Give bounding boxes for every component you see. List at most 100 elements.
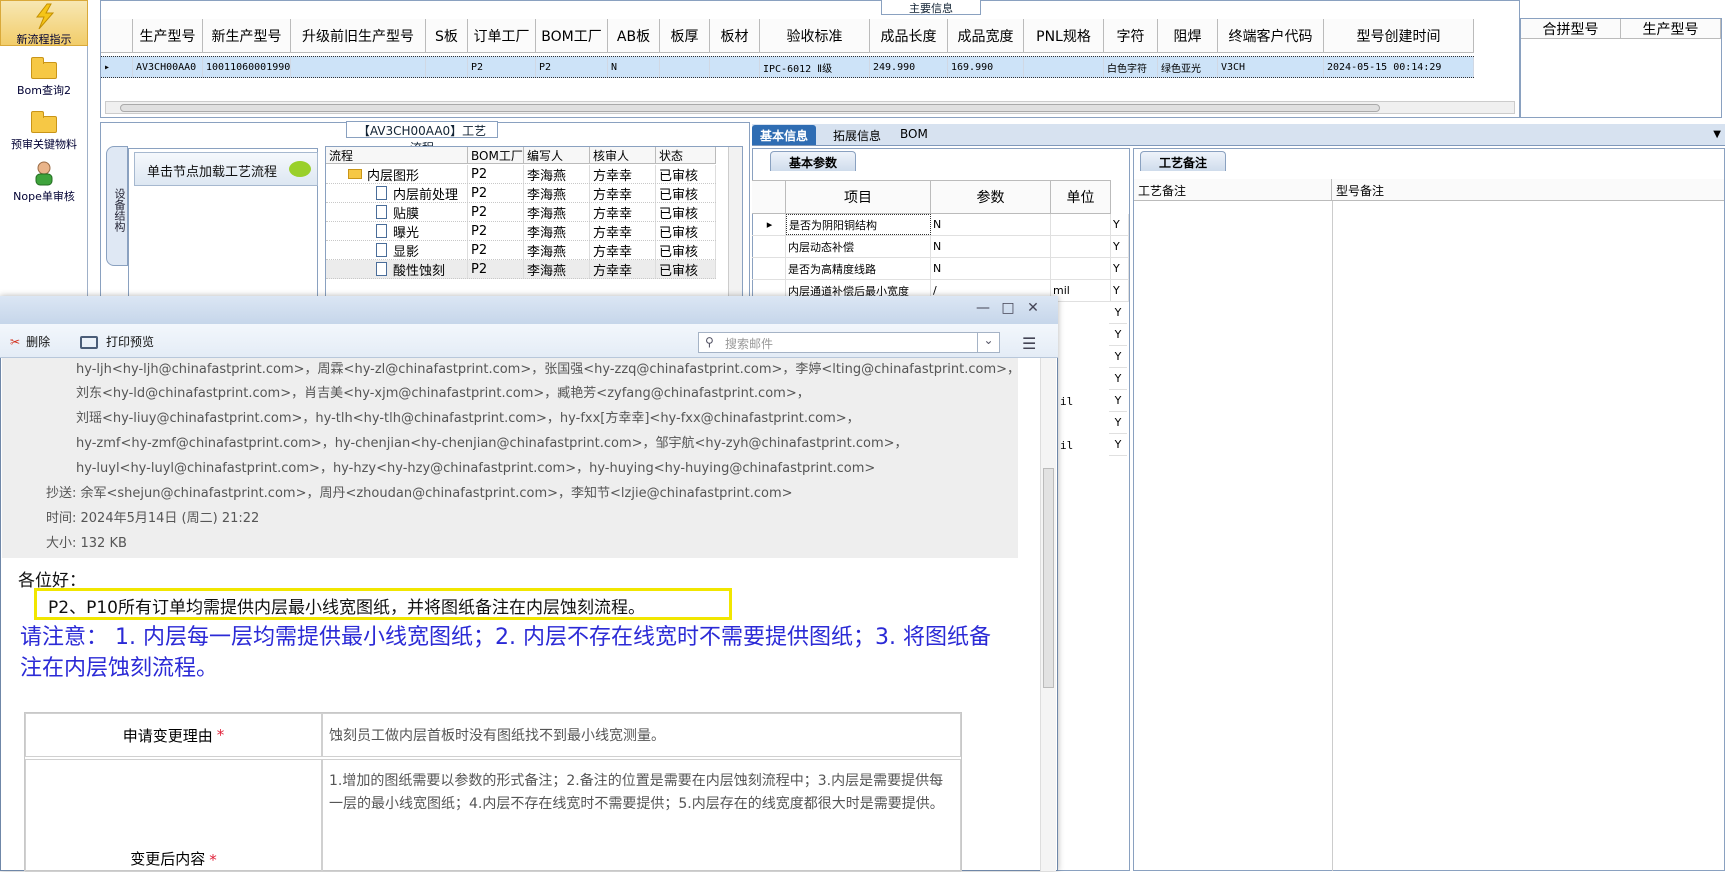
table-cell[interactable]: 10011060001990 — [203, 57, 291, 77]
list-menu-icon[interactable]: ☰ — [1022, 334, 1036, 353]
email-scrollbar[interactable] — [1040, 358, 1056, 871]
column-header[interactable]: 订单工厂 — [468, 19, 536, 52]
column-header[interactable]: 成品长度 — [870, 19, 948, 52]
column-header[interactable]: 单位 — [1051, 181, 1111, 213]
table-cell[interactable] — [710, 57, 760, 77]
table-cell[interactable]: N — [608, 57, 660, 77]
table-cell[interactable]: 2024-05-15 00:14:29 — [1324, 57, 1474, 77]
column-header[interactable]: 生产型号 — [133, 19, 203, 52]
column-header[interactable]: 终端客户代码 — [1218, 19, 1324, 52]
table-cell[interactable] — [1024, 57, 1104, 77]
table-cell[interactable] — [1051, 236, 1111, 257]
table-cell[interactable]: Y — [1111, 214, 1129, 235]
tree-scrollbar[interactable] — [728, 147, 742, 297]
column-header[interactable]: 参数 — [931, 181, 1051, 213]
column-header[interactable]: 型号备注 — [1332, 179, 1722, 200]
tree-row[interactable]: 贴膜 P2 李海燕 方幸幸 已审核 — [326, 203, 716, 222]
table-cell[interactable]: Y — [1109, 434, 1127, 456]
column-header[interactable]: 生产型号 — [1621, 19, 1721, 38]
column-header[interactable]: 升级前旧生产型号 — [291, 19, 426, 52]
table-cell[interactable]: Y — [1109, 368, 1127, 390]
column-header[interactable]: 阻焊 — [1158, 19, 1218, 52]
chevron-down-icon[interactable]: ⌄ — [977, 333, 999, 352]
table-cell[interactable]: 是否为阴阳铜结构 — [786, 214, 931, 235]
table-cell[interactable]: IPC-6012 Ⅱ级 — [760, 57, 870, 77]
tab-extended-info[interactable]: 拓展信息 — [825, 125, 889, 145]
table-row[interactable]: 内层动态补偿 N Y — [752, 236, 1129, 258]
column-header[interactable]: 项目 — [786, 181, 931, 213]
table-cell[interactable]: Y — [1111, 280, 1129, 301]
column-header[interactable]: AB板 — [608, 19, 660, 52]
column-header[interactable]: 工艺备注 — [1134, 179, 1332, 200]
column-header[interactable]: 板厚 — [660, 19, 710, 52]
column-header[interactable]: 板材 — [710, 19, 760, 52]
column-header[interactable]: 核审人 — [590, 147, 656, 163]
table-cell[interactable] — [1051, 214, 1111, 235]
table-cell[interactable]: Y — [1109, 390, 1127, 412]
subtab-basic-params[interactable]: 基本参数 — [770, 151, 857, 171]
close-icon[interactable]: ✕ — [1024, 300, 1042, 318]
minimize-icon[interactable]: — — [974, 300, 992, 318]
table-cell[interactable]: N — [931, 214, 1051, 235]
table-cell[interactable]: 内层动态补偿 — [786, 236, 931, 257]
table-cell[interactable]: AV3CH00AA0 — [133, 57, 203, 77]
table-cell[interactable]: mil — [1051, 280, 1111, 301]
tab-basic-info[interactable]: 基本信息 — [752, 125, 817, 145]
tab-bom[interactable]: BOM — [892, 125, 936, 145]
table-cell[interactable] — [291, 57, 426, 77]
column-header[interactable]: 合拼型号 — [1521, 19, 1621, 38]
launcher-prereview-materials[interactable]: 预审关键物料 — [0, 108, 88, 154]
table-cell[interactable]: P2 — [536, 57, 608, 77]
table-cell[interactable] — [1051, 258, 1111, 279]
table-cell[interactable]: 是否为高精度线路 — [786, 258, 931, 279]
row-selector-icon[interactable] — [752, 258, 786, 279]
table-cell[interactable]: Y — [1109, 302, 1127, 324]
row-selector-icon[interactable]: ▸ — [752, 214, 786, 235]
scrollbar-thumb[interactable] — [120, 104, 1380, 112]
table-cell[interactable]: 白色字符 — [1104, 57, 1158, 77]
table-cell[interactable]: Y — [1109, 324, 1127, 346]
tree-row[interactable]: 内层前处理 P2 李海燕 方幸幸 已审核 — [326, 184, 716, 203]
table-cell[interactable] — [660, 57, 710, 77]
table-cell[interactable]: P2 — [468, 57, 536, 77]
scrollbar-thumb[interactable] — [1043, 468, 1054, 688]
table-row[interactable]: ▸ AV3CH00AA0 10011060001990 P2 P2 N IPC-6012 Ⅱ… — [101, 56, 1474, 78]
tree-row[interactable]: 曝光 P2 李海燕 方幸幸 已审核 — [326, 222, 716, 241]
table-cell[interactable]: Y — [1109, 346, 1127, 368]
tree-row[interactable]: 内层图形 P2 李海燕 方幸幸 已审核 — [326, 165, 716, 184]
table-cell[interactable]: 绿色亚光 — [1158, 57, 1218, 77]
load-process-button[interactable]: 单击节点加载工艺流程 — [134, 152, 318, 186]
column-header[interactable]: 编写人 — [524, 147, 590, 163]
launcher-new-process[interactable]: 新流程指示 — [0, 0, 88, 46]
print-preview-button[interactable]: 打印预览 — [80, 333, 154, 350]
column-header[interactable]: PNL规格 — [1024, 19, 1104, 52]
table-cell[interactable]: V3CH — [1218, 57, 1324, 77]
column-header[interactable]: 字符 — [1104, 19, 1158, 52]
search-input[interactable]: ⚲ 搜索邮件 ⌄ — [698, 332, 1000, 353]
table-cell[interactable] — [426, 57, 468, 77]
table-cell[interactable]: Y — [1109, 412, 1127, 434]
column-header[interactable]: 状态 — [656, 147, 716, 163]
table-cell[interactable]: 249.990 — [870, 57, 948, 77]
horizontal-scrollbar[interactable] — [105, 101, 1515, 114]
table-cell[interactable]: N — [931, 258, 1051, 279]
column-header[interactable]: 新生产型号 — [203, 19, 291, 52]
table-row[interactable]: ▸ 是否为阴阳铜结构 N Y — [752, 214, 1129, 236]
subtab-process-memo[interactable]: 工艺备注 — [1140, 151, 1227, 171]
column-header[interactable]: 验收标准 — [760, 19, 870, 52]
column-header[interactable]: S板 — [426, 19, 468, 52]
maximize-icon[interactable]: □ — [999, 300, 1017, 318]
column-header[interactable]: BOM工厂 — [468, 147, 524, 163]
side-tab-equipment[interactable]: 设备结构 — [106, 146, 128, 266]
tree-row[interactable]: 显影 P2 李海燕 方幸幸 已审核 — [326, 241, 716, 260]
tree-row[interactable]: 酸性蚀刻 P2 李海燕 方幸幸 已审核 — [326, 260, 716, 279]
table-cell[interactable]: N — [931, 236, 1051, 257]
delete-button[interactable]: ✂ 删除 — [10, 333, 50, 350]
dropdown-arrow-icon[interactable]: ▼ — [1713, 129, 1721, 140]
table-row[interactable]: 是否为高精度线路 N Y — [752, 258, 1129, 280]
table-cell[interactable]: 169.990 — [948, 57, 1024, 77]
row-selector-icon[interactable]: ▸ — [101, 57, 133, 77]
column-header[interactable]: BOM工厂 — [536, 19, 608, 52]
column-header[interactable]: 成品宽度 — [948, 19, 1024, 52]
table-cell[interactable]: Y — [1111, 236, 1129, 257]
